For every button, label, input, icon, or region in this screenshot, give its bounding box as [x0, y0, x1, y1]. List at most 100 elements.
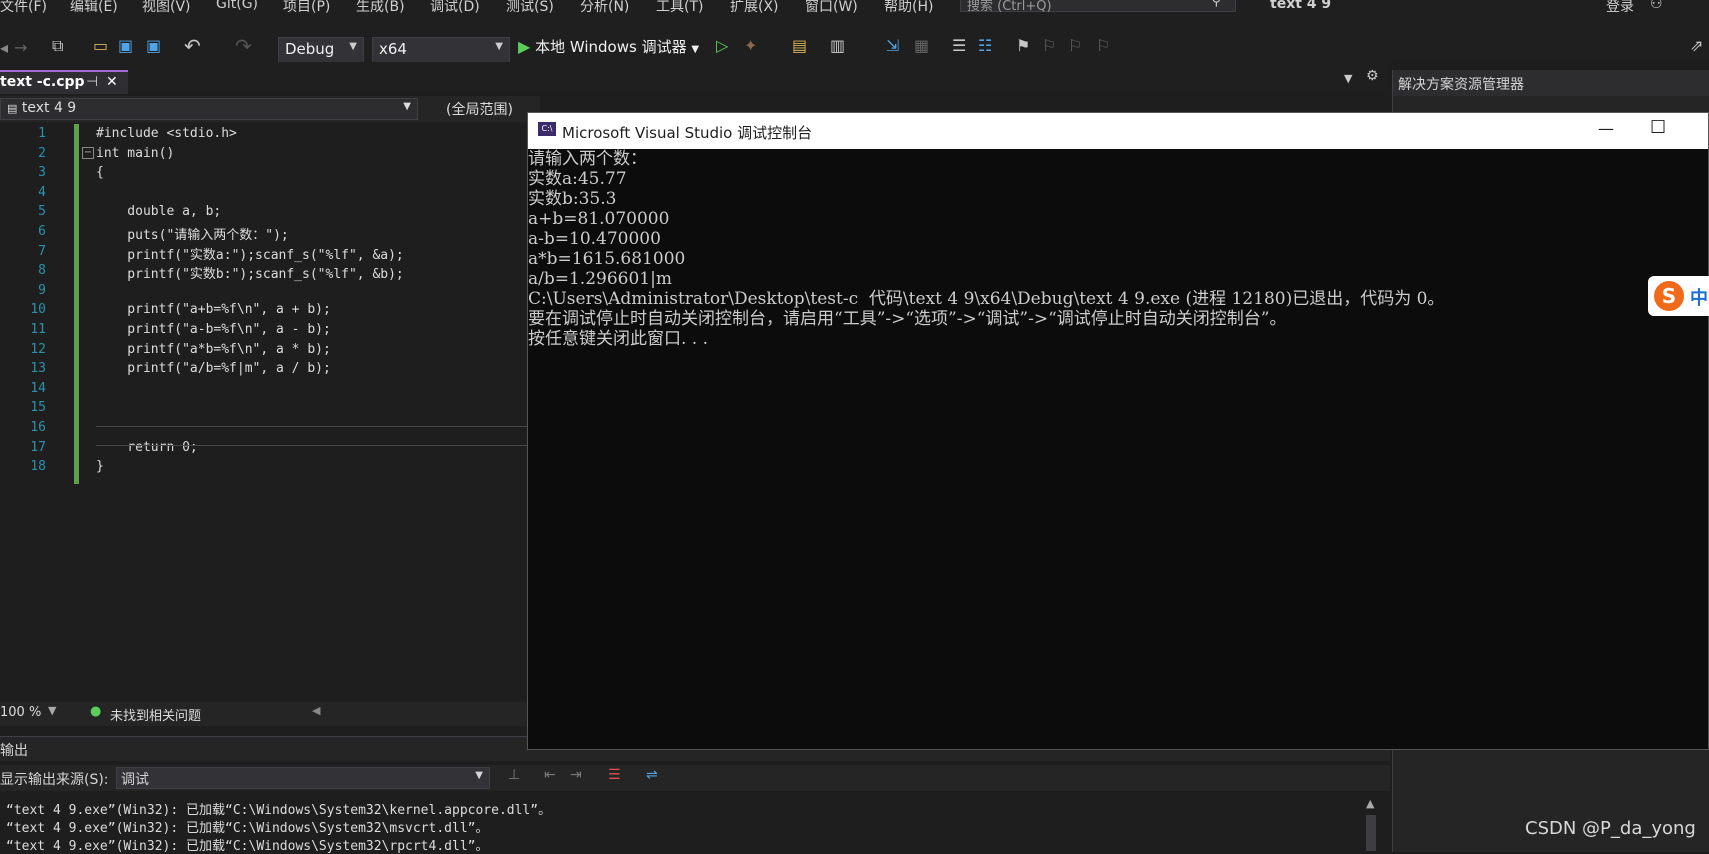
step-icon[interactable]: ⇲: [886, 36, 899, 55]
line-number: 12: [30, 341, 46, 357]
chevron-down-icon: ▼: [349, 41, 357, 52]
uncomment-icon[interactable]: ☷: [978, 36, 992, 55]
console-title: Microsoft Visual Studio 调试控制台: [562, 124, 813, 142]
code-line[interactable]: double a, b;: [96, 204, 221, 219]
solution-title: text 4 9: [1270, 0, 1332, 12]
save-all-icon[interactable]: ▣: [146, 36, 161, 55]
share-icon[interactable]: ⇗: [1690, 36, 1703, 55]
menu-build[interactable]: 生成(B): [356, 0, 405, 14]
clear-bookmark-icon[interactable]: ⚐: [1096, 36, 1110, 55]
prev-bookmark-icon[interactable]: ⚐: [1042, 36, 1056, 55]
menu-tools[interactable]: 工具(T): [656, 0, 703, 14]
save-icon[interactable]: ▣: [118, 36, 133, 55]
output-source-value: 调试: [121, 772, 149, 788]
comment-icon[interactable]: ☰: [952, 36, 966, 55]
search-input[interactable]: 搜索 (Ctrl+Q) ⚲: [960, 0, 1236, 14]
platform-select[interactable]: x64 ▼: [372, 37, 510, 63]
menu-extensions[interactable]: 扩展(X): [730, 0, 779, 14]
console-line: a+b=81.070000: [528, 209, 670, 229]
code-line[interactable]: printf("实数b:");scanf_s("%lf", &b);: [96, 263, 403, 282]
menu-git[interactable]: Git(G): [216, 0, 258, 12]
console-title-bar[interactable]: C:\ Microsoft Visual Studio 调试控制台 — ☐: [528, 113, 1708, 149]
output-line: “text 4 9.exe”(Win32): 已加载“C:\Windows\Sy…: [6, 803, 552, 818]
menu-project[interactable]: 项目(P): [283, 0, 330, 14]
new-project-icon[interactable]: ⧉: [52, 36, 63, 56]
menu-file[interactable]: 文件(F): [0, 0, 47, 14]
tab-overflow-icon[interactable]: ▼: [1344, 72, 1352, 85]
output-line: “text 4 9.exe”(Win32): 已加载“C:\Windows\Sy…: [6, 821, 489, 836]
ime-indicator[interactable]: S 中: [1648, 276, 1709, 316]
word-wrap-icon[interactable]: ⇌: [646, 767, 658, 783]
code-line[interactable]: }: [96, 459, 104, 474]
menu-test[interactable]: 测试(S): [506, 0, 554, 14]
account-icon[interactable]: ⚇: [1650, 0, 1663, 12]
console-line: a/b=1.296601|m: [528, 269, 672, 289]
output-line: “text 4 9.exe”(Win32): 已加载“C:\Windows\Sy…: [6, 839, 489, 854]
next-bookmark-icon[interactable]: ⚐: [1068, 36, 1082, 55]
editor-status-bar: 100 % ▼ ● 未找到相关问题 ◀: [0, 702, 527, 726]
menu-debug[interactable]: 调试(D): [430, 0, 480, 14]
scope-select[interactable]: (全局范围): [440, 98, 540, 120]
menu-analyze[interactable]: 分析(N): [580, 0, 629, 14]
scroll-left-icon[interactable]: ◀: [312, 704, 320, 717]
project-icon: ▤: [7, 102, 18, 115]
debug-console-window[interactable]: C:\ Microsoft Visual Studio 调试控制台 — ☐ 请输…: [527, 112, 1709, 750]
hot-reload-icon[interactable]: ✦: [744, 36, 757, 55]
toolbar: ◂ → ⧉ ▭ ▣ ▣ ↶ ↷ Debug ▼ x64 ▼ ▶ 本地 Windo…: [0, 14, 1709, 63]
zoom-level[interactable]: 100 %: [0, 705, 41, 720]
find-message-icon[interactable]: ⊥: [508, 767, 520, 783]
close-icon[interactable]: ✕: [106, 74, 118, 90]
minimize-icon[interactable]: —: [1598, 119, 1614, 138]
code-line[interactable]: puts("请输入两个数：");: [96, 224, 288, 243]
pin-icon[interactable]: ⊣: [86, 74, 98, 90]
code-line[interactable]: printf("a*b=%f\n", a * b);: [96, 342, 331, 357]
forward-icon[interactable]: →: [14, 38, 27, 57]
maximize-icon[interactable]: ☐: [1650, 117, 1666, 138]
code-editor[interactable]: [0, 122, 527, 702]
line-number: 17: [30, 439, 46, 455]
project-select[interactable]: ▤ text 4 9 ▼: [0, 98, 418, 120]
start-without-debug-icon[interactable]: ▷: [716, 36, 728, 55]
menu-window[interactable]: 窗口(W): [805, 0, 858, 14]
code-line[interactable]: #include <stdio.h>: [96, 126, 237, 141]
next-message-icon[interactable]: ⇥: [570, 767, 582, 783]
code-line[interactable]: printf("实数a:");scanf_s("%lf", &a);: [96, 244, 403, 263]
login-link[interactable]: 登录: [1606, 0, 1634, 14]
code-line[interactable]: printf("a/b=%f|m", a / b);: [96, 361, 331, 376]
menu-edit[interactable]: 编辑(E): [70, 0, 118, 14]
config-select[interactable]: Debug ▼: [278, 37, 364, 63]
output-scrollbar[interactable]: [1366, 815, 1376, 851]
clear-all-icon[interactable]: ☰: [608, 767, 621, 783]
chevron-down-icon[interactable]: ▼: [48, 704, 56, 717]
undo-icon[interactable]: ↶: [184, 34, 201, 58]
prev-message-icon[interactable]: ⇤: [544, 767, 556, 783]
browse-icon[interactable]: ▥: [830, 36, 845, 55]
console-line: C:\Users\Administrator\Desktop\test-c 代码…: [528, 289, 1445, 309]
code-line[interactable]: {: [96, 165, 104, 180]
scroll-up-icon[interactable]: ▲: [1366, 797, 1374, 810]
document-tab[interactable]: text -c.cpp ⊣ ✕: [0, 70, 128, 94]
solution-explorer-title: 解决方案资源管理器: [1398, 77, 1524, 93]
line-number: 11: [30, 322, 46, 337]
console-line: 请输入两个数：: [528, 149, 647, 169]
layout-icon[interactable]: ▦: [914, 36, 929, 55]
menu-view[interactable]: 视图(V): [142, 0, 191, 14]
code-line[interactable]: int main(): [96, 146, 174, 161]
open-folder-icon[interactable]: ▭: [93, 36, 108, 55]
code-line[interactable]: printf("a-b=%f\n", a - b);: [96, 322, 331, 337]
output-source-select[interactable]: 调试 ▼: [116, 767, 490, 789]
console-line: a*b=1615.681000: [528, 249, 686, 269]
gear-icon[interactable]: ⚙: [1366, 68, 1379, 84]
code-line[interactable]: printf("a+b=%f\n", a + b);: [96, 302, 331, 317]
line-number: 15: [30, 400, 46, 416]
collapse-icon[interactable]: −: [82, 147, 94, 159]
line-number: 7: [38, 243, 46, 259]
back-icon[interactable]: ◂: [0, 38, 8, 57]
document-tab-label: text -c.cpp: [0, 74, 85, 90]
bookmark-icon[interactable]: ⚑: [1016, 36, 1030, 55]
chevron-down-icon: ▼: [495, 41, 503, 52]
folder-icon[interactable]: ▤: [792, 36, 807, 55]
start-debug-button[interactable]: ▶ 本地 Windows 调试器 ▼: [518, 36, 699, 62]
menu-help[interactable]: 帮助(H): [884, 0, 933, 14]
redo-icon[interactable]: ↷: [235, 34, 252, 58]
